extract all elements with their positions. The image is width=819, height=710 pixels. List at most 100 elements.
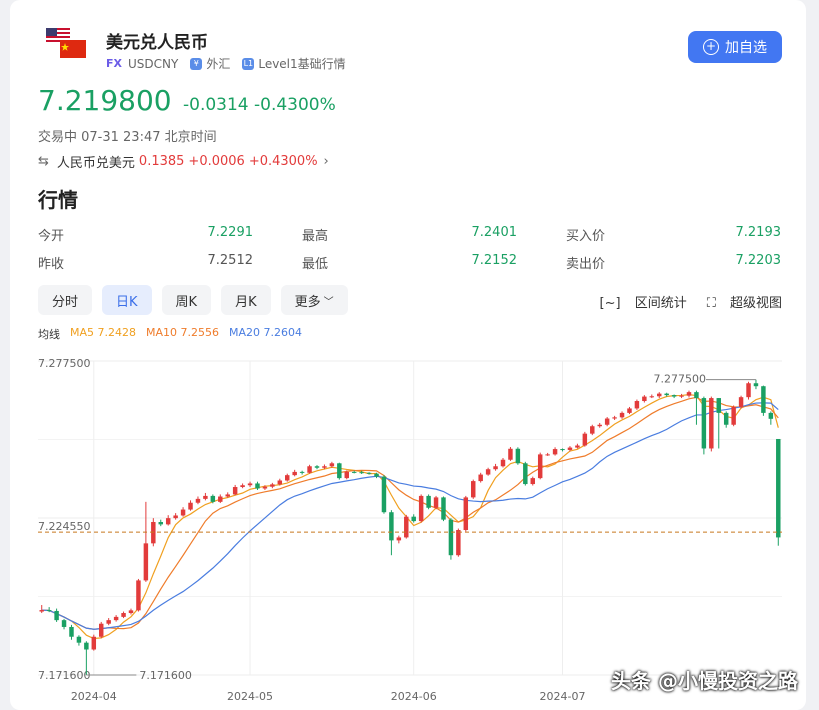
- tab-daily-k[interactable]: 日K: [102, 285, 152, 315]
- super-view-button[interactable]: ⛶ 超级视图: [697, 292, 782, 311]
- candle-body: [299, 471, 305, 473]
- candle-body: [552, 449, 558, 455]
- range-icon: [~]: [599, 296, 621, 311]
- ask-value: 7.2203: [735, 253, 782, 268]
- candle-body: [61, 620, 67, 627]
- bid-value: 7.2193: [735, 225, 782, 240]
- candle-body: [322, 466, 327, 468]
- price-change-pct: -0.4300%: [254, 95, 336, 115]
- tab-more[interactable]: 更多 ﹀: [280, 285, 348, 315]
- candle-body: [612, 417, 617, 419]
- candle-body: [664, 393, 669, 396]
- low-label: 最低: [302, 257, 329, 272]
- max-marker-label: 7.277500: [653, 373, 706, 386]
- candle-body: [344, 471, 349, 479]
- candle-body: [776, 438, 781, 538]
- chart-tools: [~] 区间统计 ⛶ 超级视图: [580, 292, 782, 311]
- candle-body: [270, 484, 275, 487]
- candlestick-chart[interactable]: 2024-04 2024-05 2024-06 2024-07 7.277500 7.22…: [10, 345, 806, 710]
- open-value: 7.2291: [207, 225, 254, 240]
- tab-more-label: 更多: [294, 294, 321, 310]
- watermark: 头条 @小慢投资之路: [611, 669, 798, 693]
- level-icon: L1: [242, 57, 255, 70]
- reverse-quote-link[interactable]: ⇆ 人民币兑美元 0.1385 +0.0006 +0.4300% ›: [38, 152, 329, 171]
- symbol-code: USDCNY: [128, 56, 179, 71]
- ma10-value: MA10 7.2556: [146, 326, 219, 339]
- candle-body: [106, 620, 111, 624]
- plus-icon: +: [703, 39, 719, 55]
- ma20-line: [41, 402, 779, 630]
- fx-icon: ¥: [190, 57, 203, 70]
- bid-label: 买入价: [566, 229, 606, 244]
- candle-body: [448, 519, 454, 556]
- reverse-label: 人民币兑美元: [56, 156, 135, 171]
- chevron-down-icon: ﹀: [323, 296, 334, 308]
- candle-body: [173, 515, 178, 519]
- candle-body: [582, 433, 588, 446]
- candle-body: [411, 516, 416, 522]
- candle-body: [679, 395, 684, 397]
- x-tick-label: 2024-04: [71, 690, 117, 703]
- range-stats-label: 区间统计: [634, 296, 687, 311]
- candle-body: [738, 397, 744, 407]
- range-stats-button[interactable]: [~] 区间统计: [590, 292, 687, 311]
- candle-body: [232, 487, 238, 495]
- candle-body: [515, 448, 521, 464]
- market-tag: FX: [106, 57, 122, 70]
- candle-body: [456, 530, 461, 556]
- candle-body: [136, 580, 141, 611]
- candle-body: [359, 472, 364, 474]
- candle-body: [113, 616, 119, 621]
- candle-body: [329, 463, 335, 467]
- candle-body: [597, 424, 602, 427]
- candle-body: [761, 386, 766, 413]
- candle-body: [426, 495, 431, 508]
- candle-body: [575, 445, 580, 448]
- candle-body: [671, 395, 677, 397]
- candle-body: [121, 613, 126, 617]
- add-watchlist-label: 加自选: [725, 40, 767, 56]
- candle-body: [165, 518, 171, 525]
- candle-body: [537, 454, 543, 479]
- candle-body: [366, 472, 372, 474]
- ma5-value: MA5 7.2428: [70, 326, 136, 339]
- candle-body: [686, 392, 692, 396]
- candle-body: [285, 475, 290, 481]
- prev-close-value: 7.2512: [207, 253, 254, 268]
- candle-body: [768, 412, 774, 419]
- candle-body: [471, 481, 476, 498]
- candle-body: [314, 466, 320, 468]
- candle-body: [307, 466, 312, 473]
- candle-body: [151, 522, 156, 544]
- candle-body: [247, 483, 253, 486]
- candle-body: [627, 408, 632, 413]
- candle-body: [195, 498, 201, 503]
- tab-intraday[interactable]: 分时: [38, 285, 93, 315]
- candle-body: [180, 509, 186, 516]
- low-value: 7.2152: [471, 253, 518, 268]
- candle-body: [54, 610, 59, 621]
- add-watchlist-button[interactable]: + 加自选: [688, 31, 782, 63]
- high-value: 7.2401: [471, 225, 518, 240]
- prev-close-label: 昨收: [38, 257, 65, 272]
- open-label: 今开: [38, 229, 65, 244]
- candle-body: [500, 459, 506, 467]
- ma20-value: MA20 7.2604: [229, 326, 302, 339]
- candle-body: [418, 495, 424, 522]
- candle-body: [701, 398, 707, 449]
- tab-monthly-k[interactable]: 月K: [221, 285, 271, 315]
- candle-body: [46, 610, 52, 612]
- candle-body: [567, 447, 573, 450]
- candle-body: [634, 401, 640, 409]
- candle-body: [91, 636, 97, 650]
- candle-body: [255, 483, 260, 489]
- candle-body: [716, 398, 721, 413]
- candle-body: [99, 623, 104, 637]
- candle-body: [530, 478, 535, 485]
- candle-body: [143, 543, 149, 581]
- tab-weekly-k[interactable]: 周K: [161, 285, 212, 315]
- candle-body: [508, 448, 513, 460]
- candle-body: [493, 466, 498, 470]
- candle-body: [753, 383, 759, 387]
- candle-body: [292, 471, 297, 476]
